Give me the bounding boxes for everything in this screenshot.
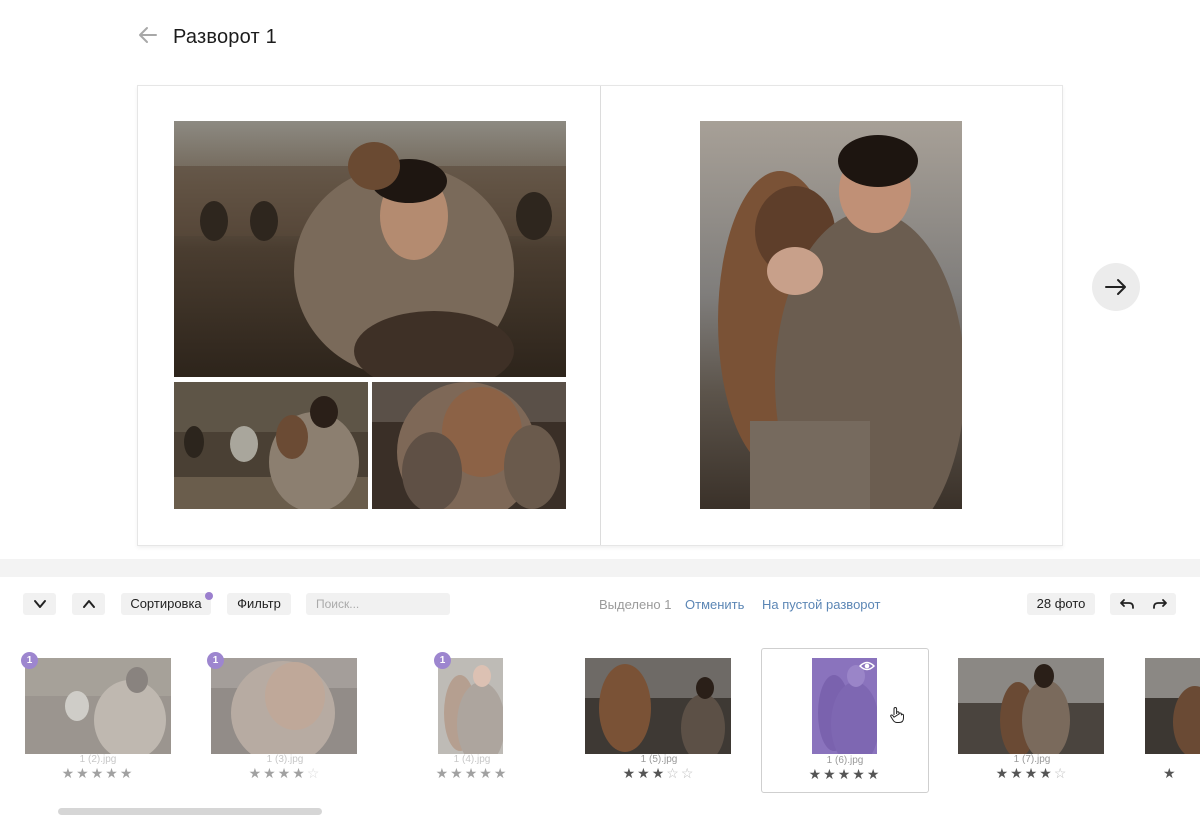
collapse-panel-button[interactable] <box>23 593 56 615</box>
star-rating[interactable]: ★★★★☆ <box>948 765 1116 782</box>
spread-preview <box>137 85 1063 546</box>
usage-count-badge: 1 <box>21 652 38 669</box>
move-to-empty-spread-link[interactable]: На пустой разворот <box>762 597 880 612</box>
star-filled-icon[interactable]: ★ <box>823 766 838 782</box>
page-title: Разворот 1 <box>173 26 277 48</box>
star-empty-icon[interactable]: ☆ <box>307 765 322 781</box>
thumbnail-filename: 1 (2).jpg <box>79 754 117 765</box>
redo-icon <box>1152 599 1167 609</box>
thumbnail-image <box>438 658 503 754</box>
thumbnail-image <box>585 658 731 754</box>
star-filled-icon[interactable]: ★ <box>436 765 451 781</box>
photo-thumbnail-partial[interactable]: ★ <box>1135 648 1200 793</box>
preview-eye-icon[interactable] <box>859 660 875 672</box>
photo-thumbnail[interactable]: 1 1 (4).jpg ★★★★★ <box>388 648 556 793</box>
photo-couple-hug-ruins[interactable] <box>174 382 368 509</box>
star-filled-icon[interactable]: ★ <box>809 766 824 782</box>
star-filled-icon[interactable]: ★ <box>479 765 494 781</box>
thumbnail-filename: 1 (3).jpg <box>266 754 304 765</box>
thumbnail-filename: 1 (7).jpg <box>1013 754 1051 765</box>
thumbnail-image <box>1145 658 1200 754</box>
star-rating[interactable]: ★★★★☆ <box>201 765 369 782</box>
undo-button[interactable] <box>1110 593 1143 615</box>
sort-button[interactable]: Сортировка <box>121 593 211 615</box>
star-filled-icon[interactable]: ★ <box>91 765 106 781</box>
usage-count-badge: 1 <box>434 652 451 669</box>
thumbnail-filename: 1 (6).jpg <box>826 755 864 766</box>
star-filled-icon[interactable]: ★ <box>996 765 1011 781</box>
star-rating[interactable]: ★★★☆☆ <box>575 765 743 782</box>
star-empty-icon[interactable]: ☆ <box>1054 765 1069 781</box>
usage-count-badge: 1 <box>207 652 224 669</box>
star-filled-icon[interactable]: ★ <box>76 765 91 781</box>
search-input[interactable] <box>306 593 450 615</box>
star-filled-icon[interactable]: ★ <box>494 765 509 781</box>
photo-thumbnail[interactable]: 1 1 (3).jpg ★★★★☆ <box>201 648 369 793</box>
chevron-up-icon <box>82 600 95 608</box>
photo-thumbnail[interactable]: 1 1 (2).jpg ★★★★★ <box>14 648 182 793</box>
star-filled-icon[interactable]: ★ <box>292 765 307 781</box>
next-spread-button[interactable] <box>1092 263 1140 311</box>
photo-woman-windy-hair[interactable] <box>372 382 566 509</box>
star-filled-icon[interactable]: ★ <box>465 765 480 781</box>
star-empty-icon[interactable]: ☆ <box>666 765 681 781</box>
star-rating[interactable]: ★★★★★ <box>388 765 556 782</box>
spread-fold-divider <box>600 86 601 545</box>
star-filled-icon[interactable]: ★ <box>62 765 77 781</box>
panel-separator <box>0 559 1200 577</box>
history-controls <box>1110 593 1176 615</box>
star-filled-icon[interactable]: ★ <box>263 765 278 781</box>
star-empty-icon[interactable]: ☆ <box>681 765 696 781</box>
thumbnail-image <box>211 658 357 754</box>
star-filled-icon[interactable]: ★ <box>867 766 882 782</box>
star-filled-icon[interactable]: ★ <box>838 766 853 782</box>
thumbnail-filename: 1 (4).jpg <box>453 754 491 765</box>
chevron-down-icon <box>33 600 46 608</box>
thumbnail-filename: 1 (5).jpg <box>640 754 678 765</box>
pointer-cursor-icon <box>890 707 904 723</box>
photo-thumbnail[interactable]: 1 (7).jpg ★★★★☆ <box>948 648 1116 793</box>
star-filled-icon[interactable]: ★ <box>249 765 264 781</box>
photo-couple-piggyback[interactable] <box>174 121 566 377</box>
thumbnail-image <box>958 658 1104 754</box>
filter-button[interactable]: Фильтр <box>227 593 291 615</box>
selection-count: Выделено 1 <box>599 597 672 612</box>
star-filled-icon[interactable]: ★ <box>1039 765 1054 781</box>
back-button[interactable] <box>134 24 162 52</box>
redo-button[interactable] <box>1143 593 1176 615</box>
star-filled-icon[interactable]: ★ <box>1025 765 1040 781</box>
star-filled-icon[interactable]: ★ <box>105 765 120 781</box>
photo-thumbnail[interactable]: 1 (5).jpg ★★★☆☆ <box>575 648 743 793</box>
thumbnail-image <box>812 658 877 754</box>
photo-couple-kiss-forehead[interactable] <box>700 121 962 509</box>
photo-thumbnail-selected[interactable]: 1 (6).jpg ★★★★★ <box>761 648 929 793</box>
star-filled-icon[interactable]: ★ <box>1010 765 1025 781</box>
thumbnail-image <box>25 658 171 754</box>
star-filled-icon[interactable]: ★ <box>120 765 135 781</box>
sort-active-indicator <box>205 592 213 600</box>
undo-icon <box>1119 599 1134 609</box>
cancel-selection-link[interactable]: Отменить <box>685 597 744 612</box>
star-filled-icon[interactable]: ★ <box>278 765 293 781</box>
star-rating-partial: ★ <box>1163 765 1176 781</box>
photo-count-badge: 28 фото <box>1027 593 1095 615</box>
arrow-left-icon <box>139 27 157 43</box>
star-rating[interactable]: ★★★★★ <box>14 765 182 782</box>
star-filled-icon[interactable]: ★ <box>623 765 638 781</box>
star-filled-icon[interactable]: ★ <box>852 766 867 782</box>
star-filled-icon[interactable]: ★ <box>652 765 667 781</box>
star-filled-icon[interactable]: ★ <box>450 765 465 781</box>
filmstrip-scrollbar[interactable] <box>58 808 322 815</box>
expand-panel-button[interactable] <box>72 593 105 615</box>
arrow-right-icon <box>1105 279 1126 295</box>
star-rating[interactable]: ★★★★★ <box>762 766 928 783</box>
star-filled-icon[interactable]: ★ <box>637 765 652 781</box>
